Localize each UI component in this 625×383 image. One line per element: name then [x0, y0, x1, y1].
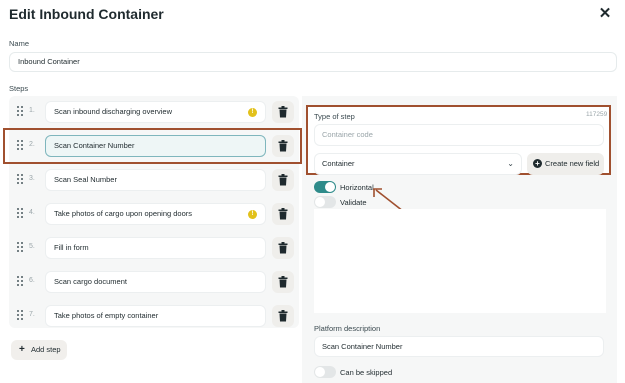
trash-icon — [278, 276, 288, 288]
drag-handle-icon[interactable] — [17, 242, 25, 254]
step-number: 3. — [29, 175, 35, 182]
step-name: Scan inbound discharging overview — [54, 107, 172, 116]
active-step-highlight — [3, 128, 302, 164]
step-name: Take photos of empty container — [54, 311, 159, 320]
step-name: Scan cargo document — [54, 277, 127, 286]
step-number: 7. — [29, 311, 35, 318]
step-preview-area — [314, 209, 606, 313]
step-name-field[interactable]: Scan inbound discharging overview! — [45, 101, 266, 123]
step-number: 5. — [29, 243, 35, 250]
delete-step-button[interactable] — [272, 271, 294, 293]
step-id: 117259 — [586, 111, 608, 118]
close-icon[interactable]: ✕ — [598, 6, 612, 22]
step-number: 1. — [29, 107, 35, 114]
platform-description-label: Platform description — [314, 324, 381, 333]
step-number: 4. — [29, 209, 35, 216]
delete-step-button[interactable] — [272, 169, 294, 191]
validate-label: Validate — [340, 198, 367, 207]
step-row[interactable]: 4. Take photos of cargo upon opening door… — [9, 198, 299, 230]
step-row[interactable]: 7. Take photos of empty container — [9, 300, 299, 332]
trash-icon — [278, 208, 288, 220]
step-name-field[interactable]: Fill in form — [45, 237, 266, 259]
step-row[interactable]: 5. Fill in form — [9, 232, 299, 264]
step-name-field[interactable]: Take photos of cargo upon opening doors! — [45, 203, 266, 225]
drag-handle-icon[interactable] — [17, 174, 25, 186]
step-row[interactable]: 3. Scan Seal Number — [9, 164, 299, 196]
step-type-value: Container — [322, 159, 355, 168]
step-row[interactable]: 1. Scan inbound discharging overview! — [9, 96, 299, 128]
modal-title: Edit Inbound Container — [9, 6, 164, 22]
step-type-select[interactable]: Container ⌄ — [314, 153, 522, 175]
step-name: Scan Seal Number — [54, 175, 117, 184]
add-step-button[interactable]: + Add step — [11, 340, 67, 360]
validate-toggle[interactable] — [314, 196, 336, 208]
drag-handle-icon[interactable] — [17, 310, 25, 322]
trash-icon — [278, 106, 288, 118]
drag-handle-icon[interactable] — [17, 106, 25, 118]
chevron-down-icon: ⌄ — [507, 159, 514, 168]
trash-icon — [278, 310, 288, 322]
can-be-skipped-label: Can be skipped — [340, 368, 393, 377]
trash-icon — [278, 174, 288, 186]
platform-description-input[interactable]: Scan Container Number — [314, 336, 604, 357]
step-name-field[interactable]: Scan cargo document — [45, 271, 266, 293]
type-of-step-label: Type of step — [314, 112, 355, 121]
step-row[interactable]: 6. Scan cargo document — [9, 266, 299, 298]
name-label: Name — [9, 39, 30, 48]
step-name-field[interactable]: Take photos of empty container — [45, 305, 266, 327]
horizontal-toggle[interactable] — [314, 181, 336, 193]
step-name: Fill in form — [54, 243, 89, 252]
step-name-field[interactable]: Scan Seal Number — [45, 169, 266, 191]
delete-step-button[interactable] — [272, 101, 294, 123]
delete-step-button[interactable] — [272, 203, 294, 225]
step-name: Take photos of cargo upon opening doors — [54, 209, 193, 218]
delete-step-button[interactable] — [272, 237, 294, 259]
trash-icon — [278, 242, 288, 254]
horizontal-label: Horizontal — [340, 183, 374, 192]
delete-step-button[interactable] — [272, 305, 294, 327]
name-input[interactable]: Inbound Container — [9, 52, 617, 72]
warning-icon: ! — [248, 108, 257, 117]
create-new-field-label: Create new field — [545, 159, 600, 168]
can-be-skipped-toggle[interactable] — [314, 366, 336, 378]
warning-icon: ! — [248, 210, 257, 219]
drag-handle-icon[interactable] — [17, 276, 25, 288]
step-number: 6. — [29, 277, 35, 284]
add-step-label: Add step — [31, 345, 61, 354]
plus-icon: + — [19, 344, 25, 355]
drag-handle-icon[interactable] — [17, 208, 25, 220]
create-new-field-button[interactable]: + Create new field — [527, 153, 604, 175]
container-code-input[interactable]: Container code — [314, 124, 604, 146]
steps-label: Steps — [9, 84, 29, 93]
plus-circle-icon: + — [533, 159, 542, 168]
